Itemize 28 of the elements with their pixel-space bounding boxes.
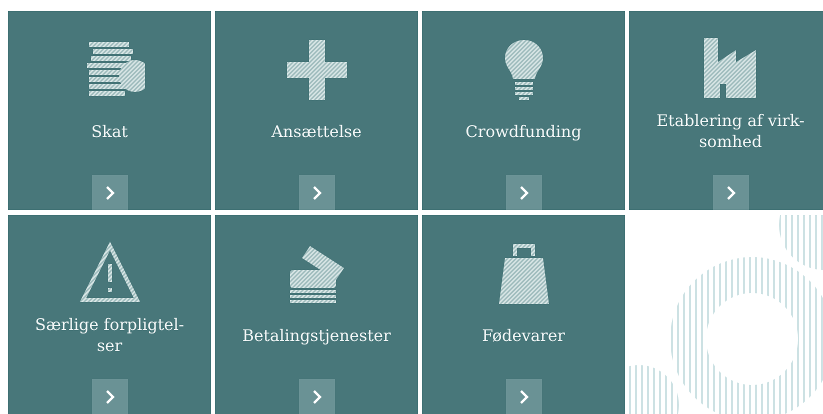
chevron-right-icon — [726, 184, 736, 200]
next-button[interactable] — [92, 175, 128, 210]
tile-title: Crowdfunding — [466, 120, 582, 142]
chevron-right-icon — [518, 388, 528, 404]
tile-title: Fødevarer — [482, 324, 565, 346]
category-tile[interactable]: Crowdfunding — [422, 11, 625, 210]
chevron-right-icon — [312, 388, 322, 404]
category-tile[interactable]: Etablering af virk- somhed — [629, 11, 823, 210]
tile-title: Betalingstjenester — [242, 324, 391, 346]
chevron-right-icon — [312, 184, 322, 200]
next-button[interactable] — [298, 379, 334, 414]
tile-title: Skat — [91, 120, 128, 142]
tile-title: Ansættelse — [271, 120, 362, 142]
next-button[interactable] — [92, 379, 128, 414]
category-tile[interactable]: Skat — [8, 11, 211, 210]
chevron-right-icon — [104, 388, 114, 404]
category-tile[interactable]: Betalingstjenester — [215, 215, 418, 414]
category-tile[interactable]: Fødevarer — [422, 215, 625, 414]
chevron-right-icon — [104, 184, 114, 200]
chevron-right-icon — [518, 184, 528, 200]
tile-title: Etablering af virk- somhed — [656, 110, 805, 153]
category-tile[interactable]: Særlige forpligtel- ser — [8, 215, 211, 414]
tile-title: Særlige forpligtel- ser — [34, 314, 184, 357]
next-button[interactable] — [712, 175, 748, 210]
next-button[interactable] — [298, 175, 334, 210]
next-button[interactable] — [506, 379, 542, 414]
next-button[interactable] — [506, 175, 542, 210]
category-tile[interactable]: Ansættelse — [215, 11, 418, 210]
